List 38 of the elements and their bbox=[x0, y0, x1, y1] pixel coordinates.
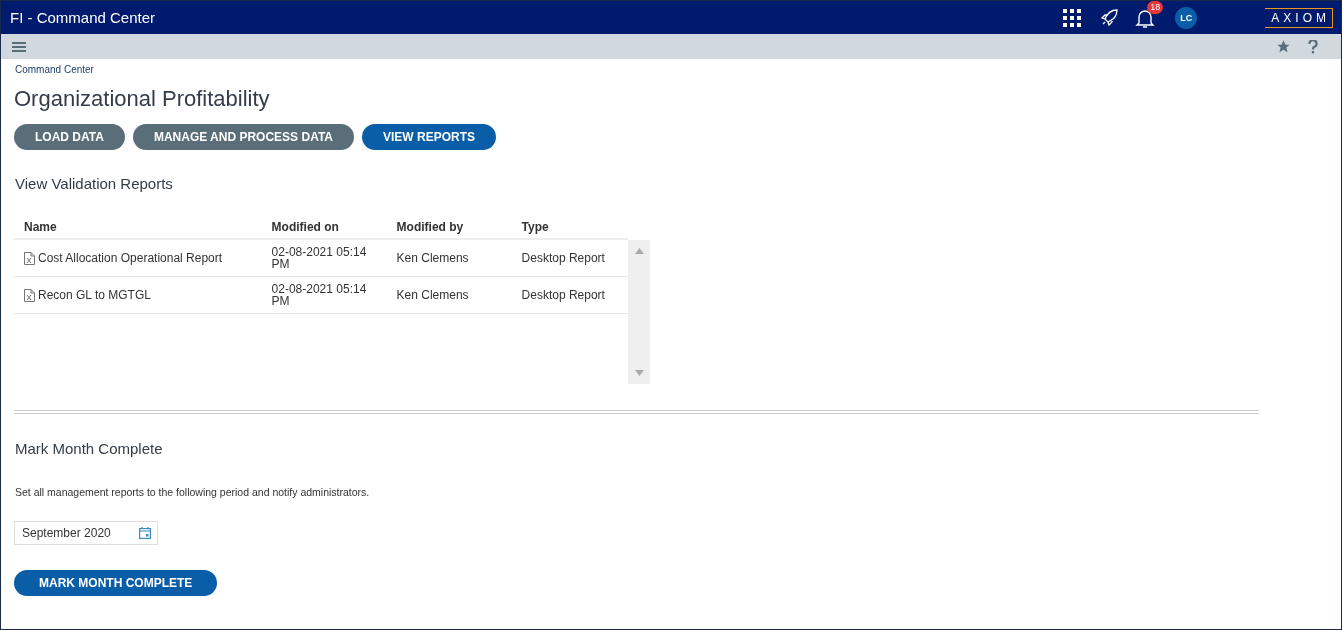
month-picker-field[interactable]: September 2020 bbox=[14, 521, 158, 545]
star-icon[interactable] bbox=[1276, 39, 1291, 54]
report-name-link[interactable]: Recon GL to MGTGL bbox=[38, 288, 151, 302]
user-avatar[interactable]: LC bbox=[1175, 6, 1198, 29]
section-title: View Validation Reports bbox=[15, 175, 174, 192]
table-cell-text: Ken Clemens bbox=[395, 251, 470, 265]
column-header: Modified by bbox=[395, 220, 465, 236]
table-cell-text: 02-08-2021 05:14 PM bbox=[270, 283, 368, 307]
table-cell-text: Ken Clemens bbox=[395, 288, 470, 302]
window-title: FI - Command Center bbox=[10, 9, 156, 26]
column-header: Name bbox=[23, 220, 58, 236]
spreadsheet-file-icon bbox=[24, 288, 35, 302]
scroll-down-icon[interactable] bbox=[634, 370, 644, 376]
table-cell-text: Desktop Report bbox=[520, 251, 606, 265]
tab[interactable]: VIEW REPORTS bbox=[362, 124, 497, 150]
notification-badge: 18 bbox=[1147, 1, 1164, 14]
tab[interactable]: MANAGE AND PROCESS DATA bbox=[132, 124, 354, 150]
scroll-up-icon[interactable] bbox=[634, 248, 644, 254]
table-cell-text: 02-08-2021 05:14 PM bbox=[270, 246, 368, 270]
column-header: Type bbox=[520, 220, 550, 236]
spreadsheet-file-icon bbox=[24, 251, 35, 265]
table-cell-text: Desktop Report bbox=[520, 288, 606, 302]
section-title: Mark Month Complete bbox=[15, 440, 164, 457]
scrollbar[interactable] bbox=[628, 240, 650, 384]
calendar-icon[interactable] bbox=[139, 527, 151, 539]
rocket-icon[interactable] bbox=[1099, 7, 1120, 28]
apps-grid-icon[interactable] bbox=[1063, 8, 1082, 27]
menu-icon[interactable] bbox=[12, 40, 26, 53]
breadcrumb-link[interactable]: Command Center bbox=[15, 64, 94, 75]
column-header: Modified on bbox=[270, 220, 340, 236]
tab[interactable]: LOAD DATA bbox=[14, 124, 125, 150]
page-title: Organizational Profitability bbox=[14, 86, 271, 112]
logo: AXIOM bbox=[1265, 7, 1333, 28]
help-icon[interactable] bbox=[1308, 39, 1318, 54]
mark-month-complete-button[interactable]: MARK MONTH COMPLETE bbox=[14, 570, 218, 596]
notifications-button[interactable]: 18 bbox=[1135, 1, 1164, 29]
description-text: Set all management reports to the following period and notify administrators. bbox=[15, 486, 371, 498]
report-name-link[interactable]: Cost Allocation Operational Report bbox=[38, 251, 223, 265]
